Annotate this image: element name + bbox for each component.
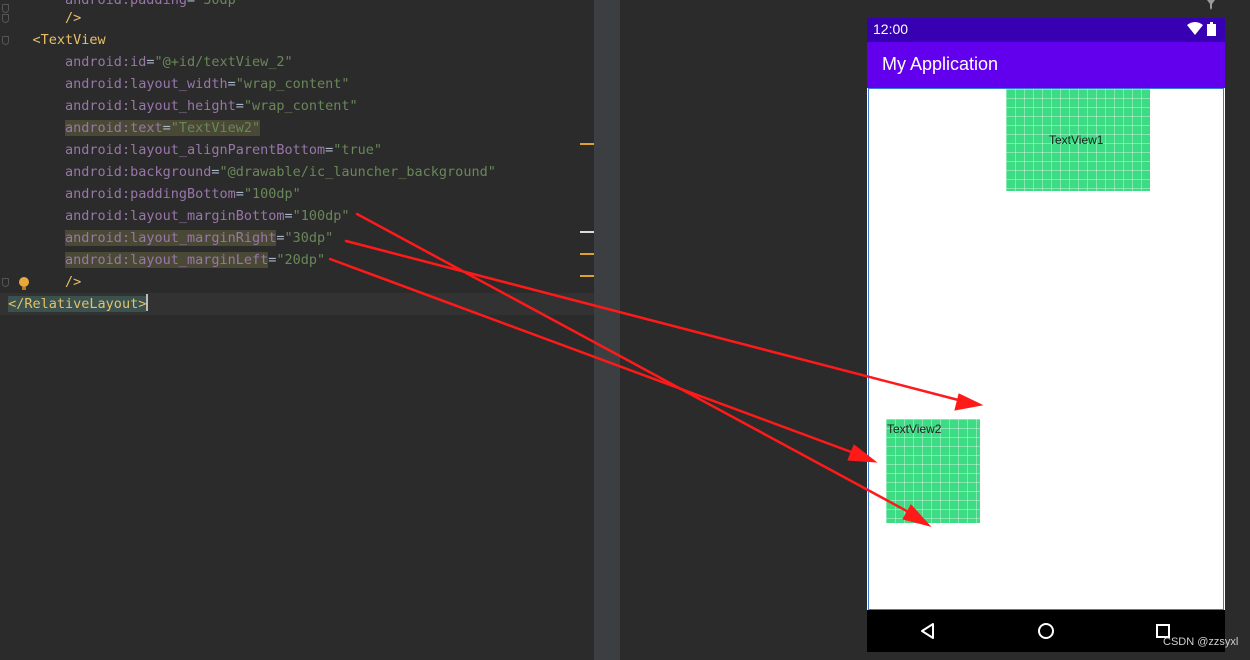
scroll-marker[interactable] [580, 143, 594, 145]
xml-namespace: android [65, 252, 122, 268]
layout-canvas[interactable]: TextView1 TextView2 [868, 88, 1224, 610]
code-line[interactable]: android:layout_marginLeft="20dp" [0, 249, 594, 271]
scroll-marker[interactable] [580, 253, 594, 255]
textview-open-tag: <TextView [32, 32, 106, 48]
equals-sign: = [284, 208, 293, 224]
xml-namespace: android [65, 186, 122, 202]
xml-namespace: android [65, 98, 122, 114]
home-circle-icon[interactable] [1036, 621, 1056, 641]
code-line[interactable]: android:layout_marginBottom="100dp" [0, 205, 594, 227]
scroll-marker[interactable] [580, 231, 594, 233]
xml-namespace: android [65, 120, 122, 136]
device-preview: 12:00 My Application TextView1 TextView2 [867, 18, 1225, 652]
code-line[interactable]: /> [0, 271, 594, 293]
xml-attribute: :paddingBottom [121, 186, 236, 202]
xml-namespace: android [65, 208, 122, 224]
xml-attribute: :layout_marginRight [121, 230, 277, 246]
equals-sign: = [276, 230, 285, 246]
textview-2[interactable]: TextView2 [886, 419, 980, 523]
tag-close-bracket: > [138, 296, 147, 312]
xml-namespace: android [65, 142, 122, 158]
code-line[interactable]: android:paddingBottom="100dp" [0, 183, 594, 205]
xml-value: "100dp" [243, 186, 301, 202]
scroll-marker[interactable] [580, 275, 594, 277]
lightbulb-icon[interactable] [19, 277, 29, 290]
panel-splitter[interactable] [594, 0, 620, 660]
code-line[interactable]: android:id="@+id/textView_2" [0, 51, 594, 73]
app-title: My Application [882, 54, 999, 74]
code-line[interactable]: <TextView [0, 29, 594, 51]
textview-1[interactable]: TextView1 [1006, 89, 1150, 191]
xml-namespace: android [65, 54, 122, 70]
code-line[interactable]: android:layout_width="wrap_content" [0, 73, 594, 95]
xml-attribute: :layout_marginLeft [121, 252, 269, 268]
app-bar: My Application [867, 42, 1225, 88]
battery-icon [1207, 22, 1216, 36]
code-editor[interactable]: android:padding="30dp" /> <TextView andr… [0, 0, 594, 660]
xml-attribute: :id [121, 54, 147, 70]
tag-close: /> [65, 10, 82, 26]
xml-attribute: :background [121, 164, 212, 180]
code-line[interactable]: android:layout_marginRight="30dp" [0, 227, 594, 249]
code-line[interactable]: /> [0, 7, 594, 29]
xml-attribute: :layout_marginBottom [121, 208, 285, 224]
code-line[interactable]: android:background="@drawable/ic_launche… [0, 161, 594, 183]
xml-value: "100dp" [292, 208, 350, 224]
xml-value: "TextView2" [170, 120, 261, 136]
tag-close: /> [65, 274, 82, 290]
equals-sign: = [162, 120, 171, 136]
xml-attribute: :layout_height [121, 98, 236, 114]
watermark: CSDN @zzsyxl [1163, 636, 1239, 648]
tag-open-bracket: </ [8, 296, 25, 312]
status-time: 12:00 [873, 21, 909, 37]
equals-sign: = [235, 186, 244, 202]
xml-value: "true" [333, 142, 383, 158]
status-bar: 12:00 [867, 18, 1225, 42]
xml-value: "wrap_content" [243, 98, 358, 114]
xml-namespace: android [65, 164, 122, 180]
wifi-icon [1187, 22, 1203, 35]
pin-icon[interactable] [1206, 0, 1216, 10]
equals-sign: = [235, 98, 244, 114]
back-triangle-icon[interactable] [918, 621, 938, 641]
text-caret [146, 294, 148, 311]
textview-1-label: TextView1 [1049, 133, 1104, 147]
equals-sign: = [227, 76, 236, 92]
code-line[interactable]: android:text="TextView2" [0, 117, 594, 139]
code-line[interactable]: android:layout_height="wrap_content" [0, 95, 594, 117]
xml-value: "@+id/textView_2" [154, 54, 293, 70]
xml-namespace: android [65, 76, 122, 92]
relativelayout-close-tag: RelativeLayout [24, 296, 139, 312]
xml-namespace: android [65, 230, 122, 246]
textview-2-label: TextView2 [887, 422, 942, 436]
code-line[interactable]: android:layout_alignParentBottom="true" [0, 139, 594, 161]
xml-value: "wrap_content" [235, 76, 350, 92]
xml-value: "30dp" [284, 230, 334, 246]
xml-attribute: :layout_width [121, 76, 228, 92]
code-line-current[interactable]: </RelativeLayout> [0, 293, 594, 315]
xml-value: "20dp" [276, 252, 326, 268]
xml-attribute: :text [121, 120, 163, 136]
xml-attribute: :layout_alignParentBottom [121, 142, 326, 158]
xml-value: "@drawable/ic_launcher_background" [219, 164, 496, 180]
